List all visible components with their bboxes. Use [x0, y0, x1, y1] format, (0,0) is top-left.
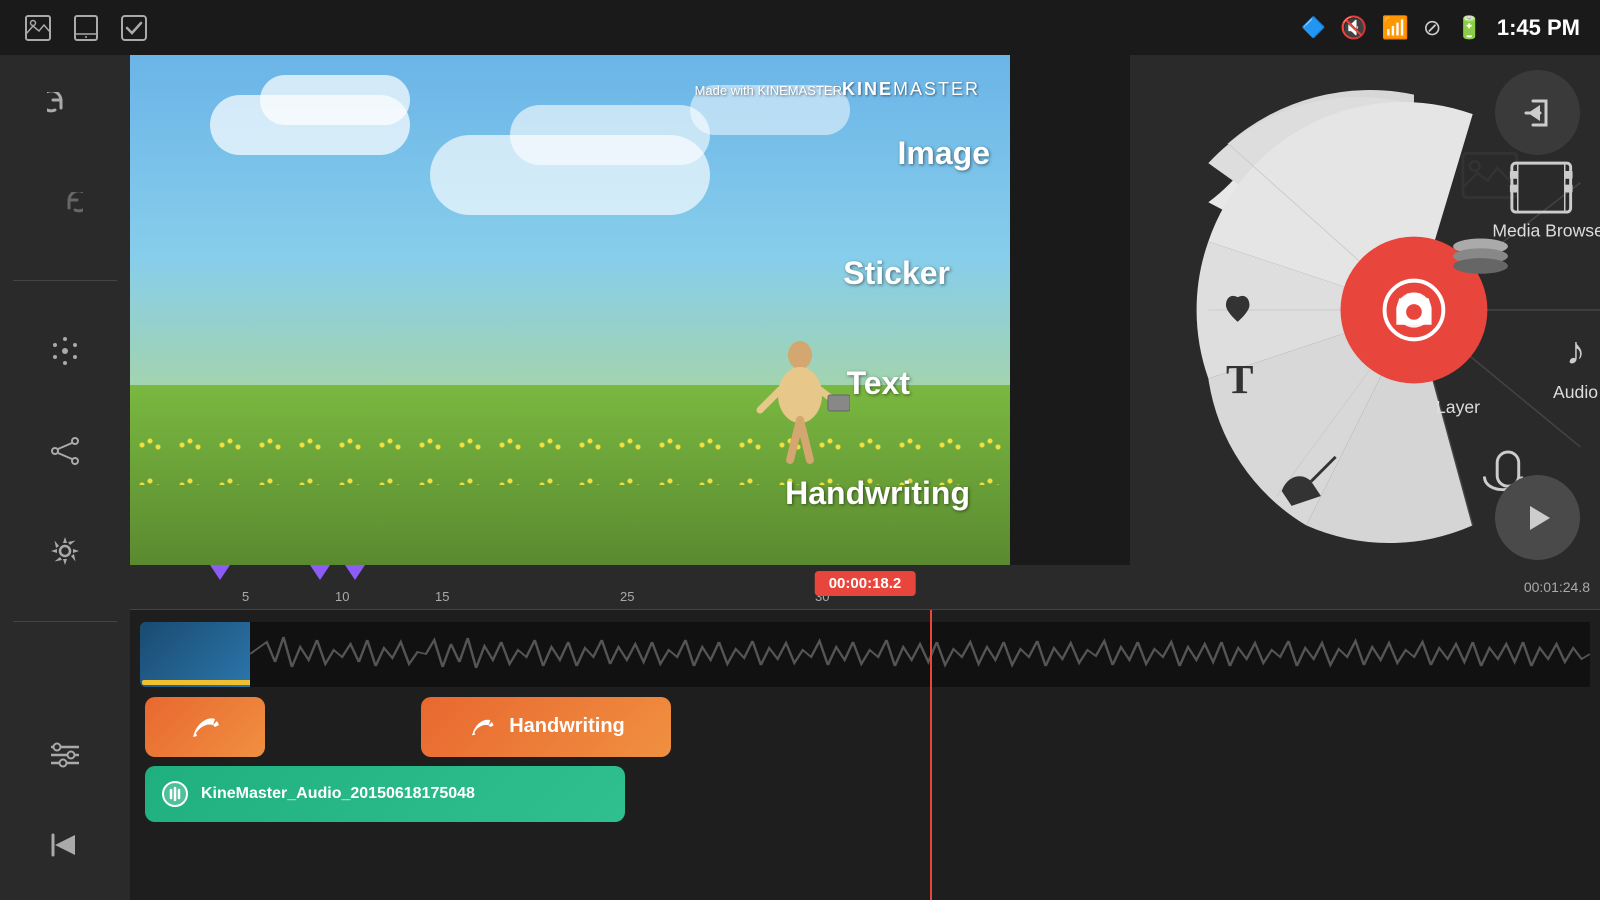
menu-label-text: Text — [847, 365, 910, 402]
sidebar — [0, 55, 130, 900]
image-app-icon[interactable] — [20, 10, 56, 46]
marker-3 — [345, 565, 365, 580]
marker-1 — [210, 565, 230, 580]
battery-icon: 🔋 — [1455, 15, 1482, 41]
wifi-icon: 📶 — [1382, 15, 1409, 41]
rewind-button[interactable] — [30, 810, 100, 880]
audio-label: Audio — [1553, 382, 1598, 402]
status-icons-left — [20, 10, 152, 46]
check-app-icon[interactable] — [116, 10, 152, 46]
audio-track-row: KineMaster_Audio_20150618175048 — [145, 765, 1590, 823]
layer-label: Layer — [1436, 397, 1480, 417]
menu-label-sticker: Sticker — [843, 255, 950, 292]
status-icons-right: 🔷 🔇 📶 ⊘ 🔋 1:45 PM — [1301, 15, 1580, 41]
tablet-app-icon[interactable] — [68, 10, 104, 46]
exit-button[interactable] — [1495, 70, 1580, 155]
handwriting-label: Handwriting — [509, 715, 625, 738]
cloud-4 — [510, 105, 710, 165]
handwriting-clip-2[interactable]: Handwriting — [421, 697, 671, 757]
menu-label-image: Image — [898, 135, 990, 172]
sidebar-divider-1 — [13, 280, 117, 281]
adjust-button[interactable] — [30, 720, 100, 790]
play-button[interactable] — [1495, 475, 1580, 560]
cloud-2 — [260, 75, 410, 125]
audio-filename: KineMaster_Audio_20150618175048 — [201, 785, 475, 803]
undo-button[interactable] — [30, 75, 100, 145]
share-button[interactable] — [30, 416, 100, 486]
watermark: Made with KINEMASTERKINEMASTER — [695, 75, 980, 101]
waveform-clip[interactable]: 1.0x // This will be replaced by inline … — [876, 622, 1590, 687]
audio-clip[interactable]: KineMaster_Audio_20150618175048 — [145, 766, 625, 822]
status-bar: 🔷 🔇 📶 ⊘ 🔋 1:45 PM — [0, 0, 1600, 55]
sidebar-divider-2 — [13, 621, 117, 622]
handwriting-track-row: Handwriting — [145, 694, 1590, 759]
svg-text:♪: ♪ — [1566, 330, 1586, 373]
clock: 1:45 PM — [1497, 15, 1580, 41]
media-browser-label: Media Browser — [1492, 221, 1600, 241]
svg-text:T: T — [1226, 356, 1253, 402]
current-timecode: 00:00:18.2 — [815, 571, 916, 596]
timeline: 5 10 15 25 30 00:00:18.2 00:01:24.8 — [130, 565, 1600, 900]
mute-icon: 🔇 — [1340, 15, 1367, 41]
effects-button[interactable] — [30, 316, 100, 386]
tracks-container: 1.0x // This will be replaced by inline … — [130, 610, 1600, 900]
person-silhouette — [750, 340, 850, 470]
playhead — [930, 610, 932, 900]
bluetooth-icon: 🔷 — [1301, 15, 1326, 40]
preview-area: Made with KINEMASTERKINEMASTER Image Sti… — [130, 55, 1010, 565]
timeline-ruler: 5 10 15 25 30 00:00:18.2 00:01:24.8 — [130, 565, 1600, 610]
marker-2 — [310, 565, 330, 580]
total-timecode: 00:01:24.8 — [1524, 579, 1590, 595]
menu-label-handwriting: Handwriting — [785, 475, 970, 512]
video-track-row: 1.0x // This will be replaced by inline … — [140, 618, 1590, 690]
settings-button[interactable] — [30, 516, 100, 586]
handwriting-clip-1[interactable] — [145, 697, 265, 757]
dnd-icon: ⊘ — [1423, 15, 1441, 41]
redo-button[interactable] — [30, 175, 100, 245]
